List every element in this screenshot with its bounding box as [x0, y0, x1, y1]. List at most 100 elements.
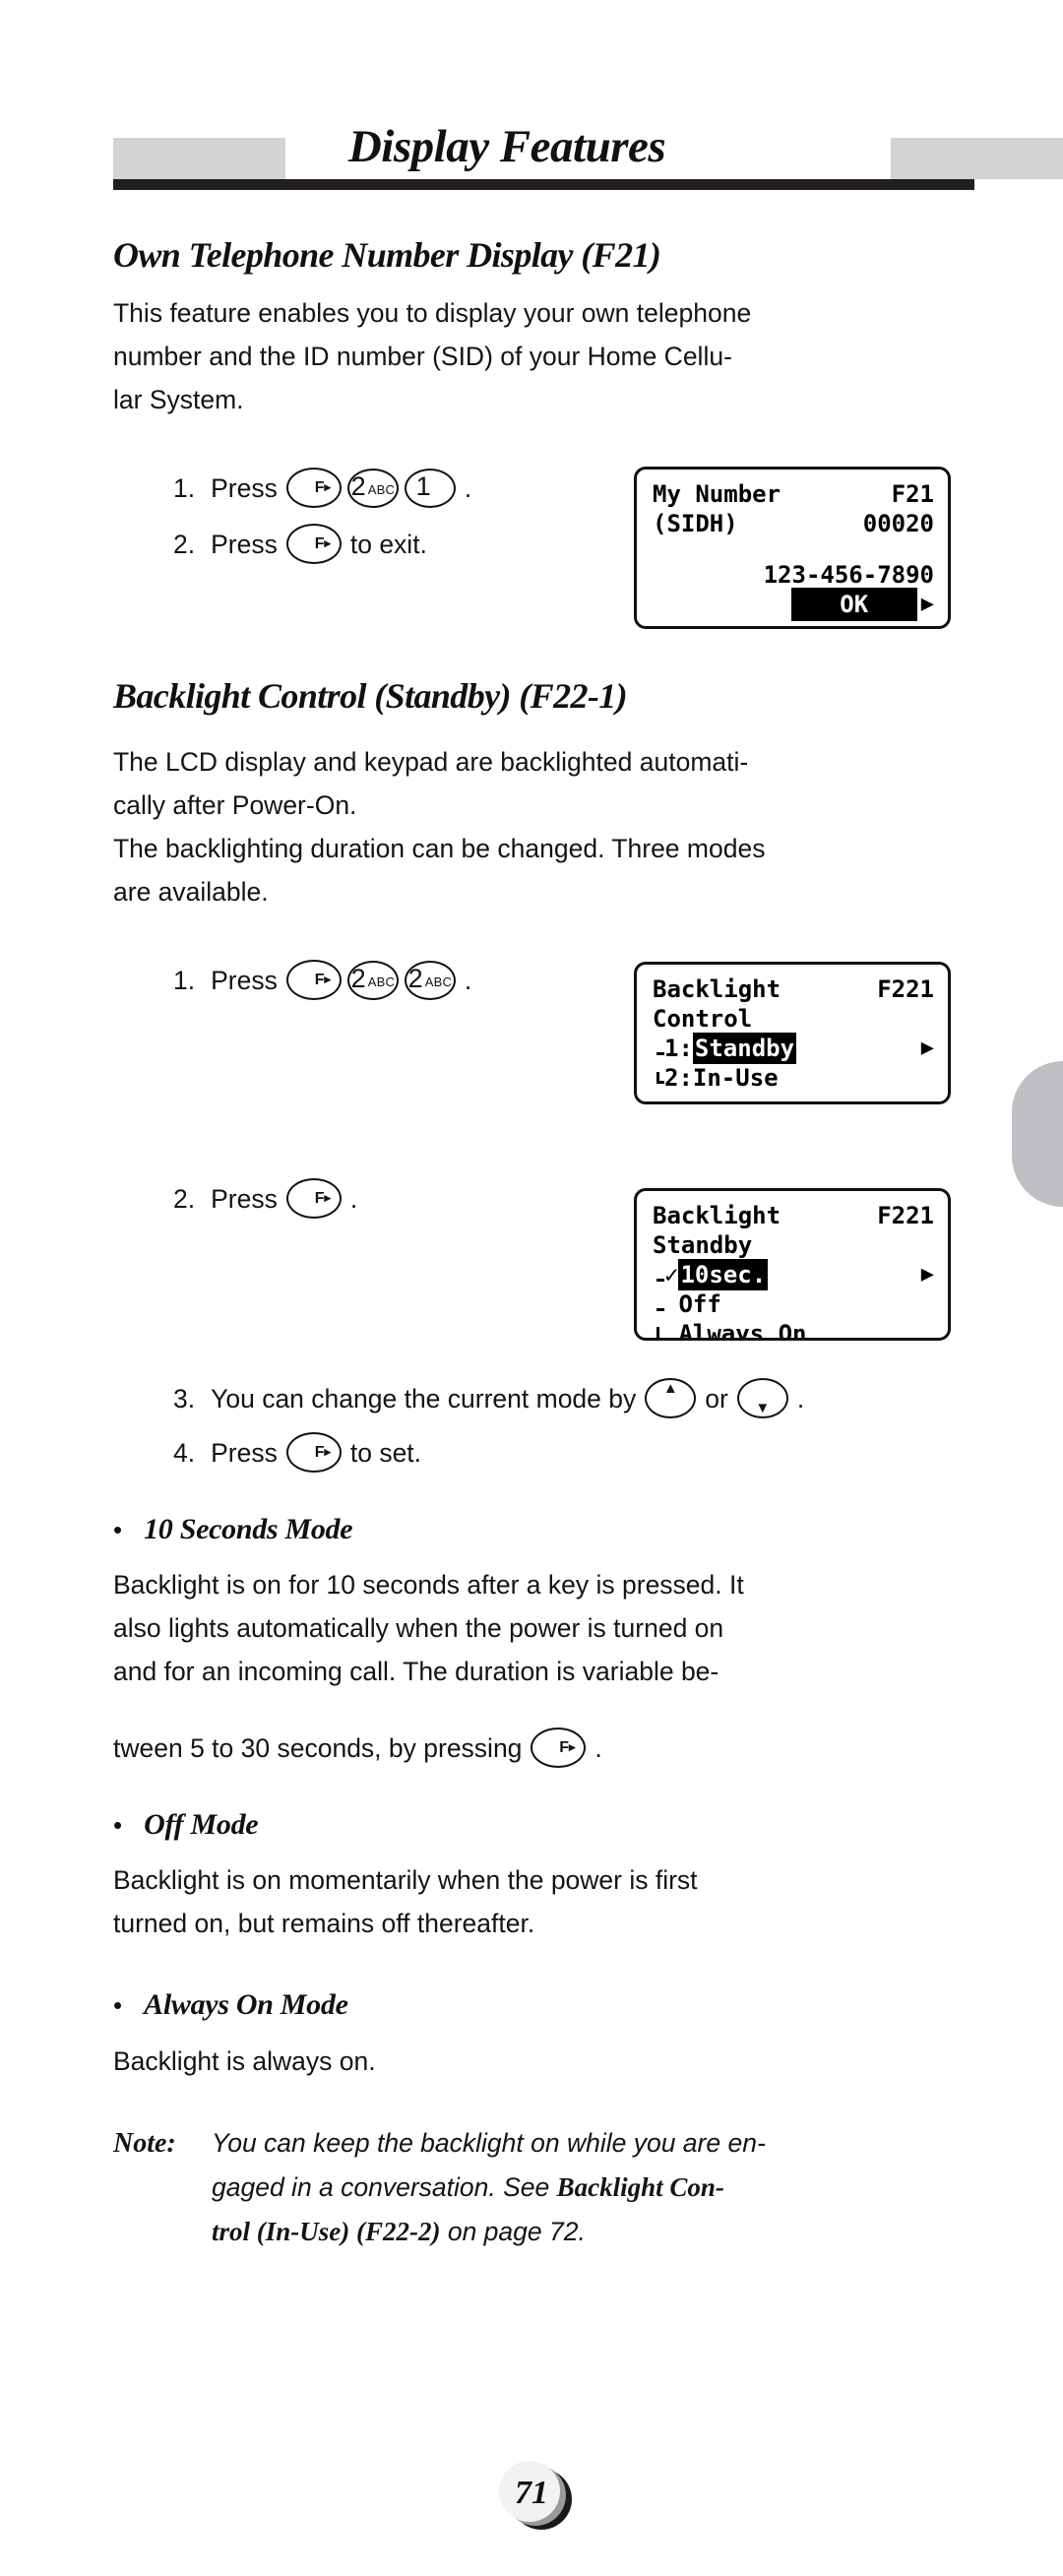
key-function[interactable]: F▸ [531, 1728, 587, 1768]
step-tail: . [464, 472, 472, 503]
function-key-glyph: F▸ [314, 534, 332, 552]
step-own-number-2: 2. Press F▸ to exit. [173, 524, 433, 564]
key-function[interactable]: F▸ [285, 468, 342, 508]
bullet-icon: • [113, 1515, 123, 1544]
step-conjunction: or [705, 1383, 728, 1414]
bullet-icon: • [113, 1990, 123, 2020]
lcd-row: (SIDH) 00020 [653, 509, 934, 538]
step-text: You can change the current mode by [211, 1383, 637, 1414]
paragraph-line: This feature enables you to display your… [113, 298, 752, 328]
function-key-glyph: F▸ [314, 1443, 332, 1461]
step-tail: to exit. [349, 529, 427, 559]
note-line: trol (In-Use) (F22-2) on page 72. [212, 2210, 979, 2254]
paragraph-10-seconds: Backlight is on for 10 seconds after a k… [113, 1563, 979, 1693]
bullet-heading-10-seconds: • 10 Seconds Mode [113, 1513, 353, 1546]
manual-page: Display Features Own Telephone Number Di… [0, 0, 1063, 2576]
step-backlight-2: 2. Press F▸ . [173, 1178, 363, 1219]
lcd-title: Backlight [653, 1202, 782, 1229]
key-function[interactable]: F▸ [285, 960, 342, 1000]
paragraph-off-mode: Backlight is on momentarily when the pow… [113, 1858, 979, 1945]
bullet-label: Off Mode [144, 1808, 259, 1841]
chevron-right-icon: ▶ [920, 592, 934, 616]
lcd-spacer [653, 538, 934, 560]
key-function[interactable]: F▸ [285, 1178, 342, 1219]
note-reference: Backlight Con- [556, 2172, 724, 2202]
lcd-screen-backlight-standby: Backlight F221 Standby ✓ 10sec. ▶ Off Alw… [634, 1188, 951, 1341]
bullet-heading-always-on: • Always On Mode [113, 1988, 348, 2022]
header-bar-right [891, 138, 1063, 179]
section-heading-own-number: Own Telephone Number Display (F21) [113, 235, 661, 275]
lcd-menu-item[interactable]: Always On [653, 1319, 934, 1341]
lcd-screen-backlight-control: Backlight F221 Control 1: Standby ▶ 2:In-… [634, 962, 951, 1104]
lcd-feature-code: F221 [877, 1202, 934, 1229]
step-verb: Press [211, 965, 278, 995]
chevron-right-icon: ▶ [920, 1262, 934, 1287]
key-1[interactable]: 1 [404, 468, 456, 508]
step-backlight-1: 1. Press F▸ 2 ABC 2 ABC . [173, 960, 477, 1000]
paragraph-line: Backlight is on momentarily when the pow… [113, 1865, 698, 1895]
lcd-item-label: 2:In-Use [664, 1064, 779, 1092]
page-title: Display Features [347, 121, 666, 172]
step-number: 1. [173, 472, 196, 503]
section-heading-backlight: Backlight Control (Standby) (F22-1) [113, 676, 628, 716]
paragraph-line: Backlight is always on. [113, 2046, 376, 2076]
step-number: 2. [173, 529, 196, 559]
key-function[interactable]: F▸ [285, 1432, 342, 1473]
key-digit: 2 [350, 471, 366, 501]
paragraph-line: are available. [113, 877, 269, 907]
step-number: 1. [173, 965, 196, 995]
step-verb: Press [211, 529, 278, 559]
paragraph-line: and for an incoming call. The duration i… [113, 1657, 719, 1686]
chevron-right-icon: ▶ [920, 1036, 934, 1060]
lcd-menu-item[interactable]: 2:In-Use [653, 1063, 934, 1093]
step-number: 3. [173, 1383, 196, 1414]
key-digit: 2 [407, 964, 423, 993]
bullet-label: Always On Mode [144, 1988, 348, 2021]
page-number: 71 [515, 2475, 548, 2511]
paragraph-line: number and the ID number (SID) of your H… [113, 342, 732, 371]
lcd-ok-button[interactable]: OK [790, 588, 917, 621]
note-reference: trol (In-Use) (F22-2) [212, 2217, 441, 2246]
lcd-title: Backlight [653, 975, 782, 1003]
paragraph-backlight: The LCD display and keypad are backlight… [113, 740, 979, 913]
note-body: You can keep the backlight on while you … [212, 2121, 979, 2254]
lcd-item-index: 1: [664, 1035, 693, 1062]
key-digit: 2 [350, 964, 366, 993]
key-2-abc[interactable]: 2 ABC [404, 960, 456, 1000]
step-backlight-3: 3. You can change the current mode by ▲ … [173, 1378, 810, 1418]
header-rule [113, 179, 974, 190]
lcd-menu-item-selected[interactable]: ✓ 10sec. ▶ [653, 1259, 934, 1290]
step-number: 2. [173, 1183, 196, 1214]
lcd-menu-item-selected[interactable]: 1: Standby ▶ [653, 1033, 934, 1064]
bullet-label: 10 Seconds Mode [144, 1513, 353, 1545]
step-verb: Press [211, 472, 278, 503]
paragraph-line: The LCD display and keypad are backlight… [113, 747, 749, 777]
lcd-item-label [664, 1289, 678, 1319]
paragraph-line: tween 5 to 30 seconds, by pressing [113, 1732, 523, 1763]
lcd-item-label: Always On [678, 1320, 807, 1341]
list-bracket-icon [653, 1323, 664, 1338]
note-line: gaged in a conversation. See Backlight C… [212, 2166, 979, 2210]
lcd-feature-code: F221 [877, 975, 934, 1003]
lcd-sidh-value: 00020 [862, 510, 934, 537]
paragraph-line: cally after Power-On. [113, 790, 357, 820]
key-letters: ABC [367, 974, 396, 989]
key-function[interactable]: F▸ [285, 524, 342, 564]
step-verb: Press [211, 1183, 278, 1214]
lcd-row: 123-456-7890 [653, 560, 934, 590]
key-2-abc[interactable]: 2 ABC [346, 468, 399, 508]
lcd-row: Control [653, 1004, 934, 1034]
lcd-row: Standby [653, 1230, 934, 1260]
key-scroll-down[interactable]: ▼ [736, 1378, 788, 1418]
step-tail: . [349, 1183, 358, 1214]
lcd-menu-item[interactable]: Off [653, 1289, 934, 1319]
key-scroll-up[interactable]: ▲ [645, 1378, 697, 1418]
note-label: Note: [113, 2128, 176, 2159]
bullet-heading-off-mode: • Off Mode [113, 1808, 259, 1842]
note-line: You can keep the backlight on while you … [212, 2128, 766, 2158]
paragraph-line: turned on, but remains off thereafter. [113, 1909, 535, 1938]
lcd-row: Backlight F221 [653, 974, 934, 1004]
lcd-row: OK ▶ [653, 588, 934, 621]
key-2-abc[interactable]: 2 ABC [346, 960, 399, 1000]
page-number-badge: 71 [497, 2459, 574, 2536]
